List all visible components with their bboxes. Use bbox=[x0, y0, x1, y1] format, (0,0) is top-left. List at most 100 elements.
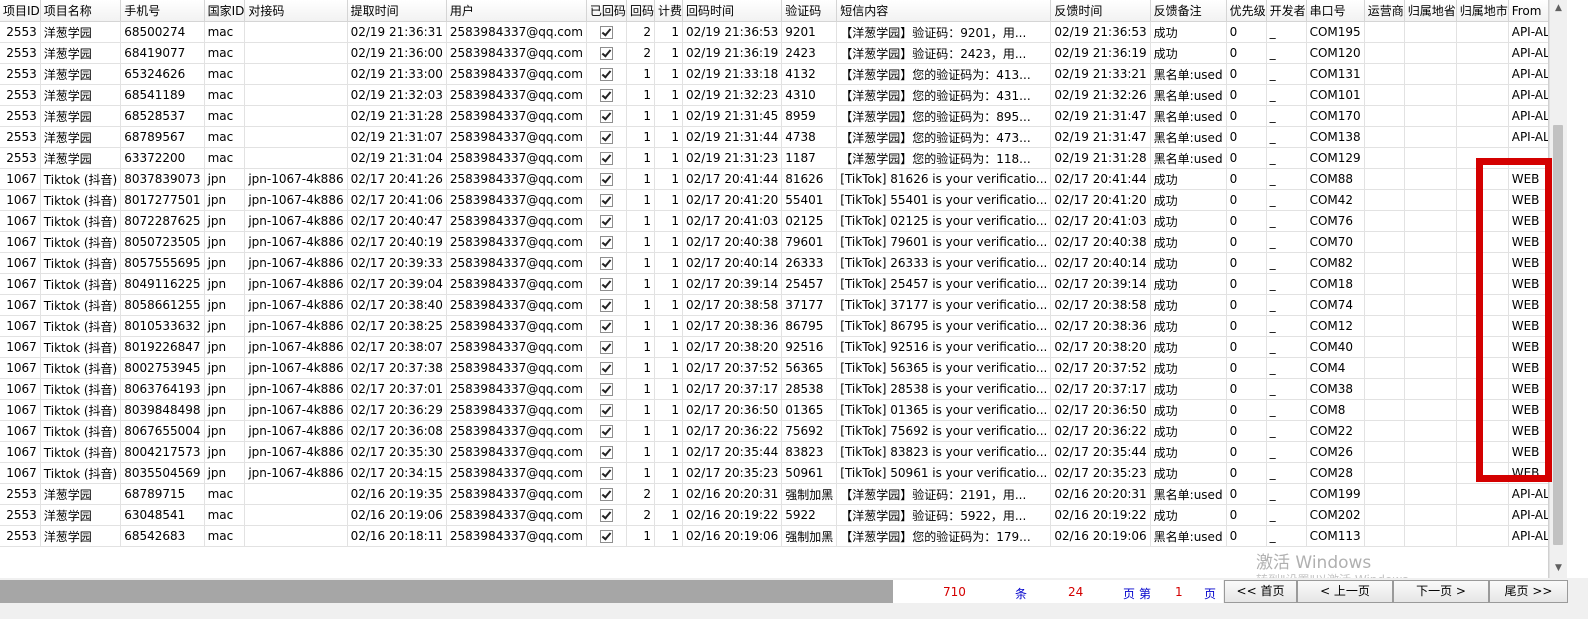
table-cell: _ bbox=[1266, 189, 1307, 211]
scroll-thumb[interactable] bbox=[1553, 125, 1563, 545]
table-row[interactable]: 1067 Tiktok (抖音) 8039848498 jpn jpn-1067-4k8… bbox=[0, 399, 1548, 421]
table-cell: 02/17 20:36:08 bbox=[347, 420, 447, 442]
table-cell bbox=[1456, 21, 1509, 43]
windows-activation-title: 激活 Windows bbox=[1256, 553, 1372, 573]
checkbox-checked-icon[interactable] bbox=[599, 509, 613, 522]
table-row[interactable]: 1067 Tiktok (抖音) 8049116225 jpn jpn-1067-4k8… bbox=[0, 273, 1548, 295]
checkbox-checked-icon[interactable] bbox=[599, 467, 613, 480]
checkbox-checked-icon[interactable] bbox=[599, 530, 613, 543]
next-page-button[interactable]: 下一页 > bbox=[1393, 580, 1489, 603]
scroll-up-icon[interactable]: ▲ bbox=[1550, 0, 1567, 17]
checkbox-checked-icon[interactable] bbox=[599, 446, 613, 459]
column-header[interactable]: 已回码 bbox=[586, 0, 627, 22]
checkbox-checked-icon[interactable] bbox=[599, 194, 613, 207]
table-row[interactable]: 2553 洋葱学园 68419077 mac 02/19 21:36:00 2583984… bbox=[0, 42, 1548, 64]
table-cell: 02/17 20:37:01 bbox=[347, 378, 447, 400]
last-page-button[interactable]: 尾页 >> bbox=[1489, 580, 1568, 603]
checkbox-checked-icon[interactable] bbox=[599, 341, 613, 354]
table-row[interactable]: 2553 洋葱学园 68541189 mac 02/19 21:32:03 2583984… bbox=[0, 84, 1548, 106]
table-cell: 1067 bbox=[0, 210, 41, 232]
checkbox-checked-icon[interactable] bbox=[599, 362, 613, 375]
table-row[interactable]: 1067 Tiktok (抖音) 8017277501 jpn jpn-1067-4k8… bbox=[0, 189, 1548, 211]
table-row[interactable]: 1067 Tiktok (抖音) 8058661255 jpn jpn-1067-4k8… bbox=[0, 294, 1548, 316]
table-row[interactable]: 2553 洋葱学园 68500274 mac 02/19 21:36:31 2583984… bbox=[0, 21, 1548, 43]
checkbox-checked-icon[interactable] bbox=[599, 173, 613, 186]
table-cell: 02/17 20:39:04 bbox=[347, 273, 447, 295]
column-header[interactable]: 验证码 bbox=[781, 0, 838, 22]
table-row[interactable]: 2553 洋葱学园 63372200 mac 02/19 21:31:04 2583984… bbox=[0, 147, 1548, 169]
table-row[interactable]: 1067 Tiktok (抖音) 8010533632 jpn jpn-1067-4k8… bbox=[0, 315, 1548, 337]
table-row[interactable]: 1067 Tiktok (抖音) 8067655004 jpn jpn-1067-4k8… bbox=[0, 420, 1548, 442]
table-cell: 02/17 20:37:52 bbox=[1050, 357, 1151, 379]
table-cell: 2583984337@qq.com bbox=[446, 441, 587, 463]
first-page-button[interactable]: << 首页 bbox=[1224, 580, 1297, 603]
table-row[interactable]: 2553 洋葱学园 63048541 mac 02/16 20:19:06 2583984… bbox=[0, 504, 1548, 526]
checkbox-checked-icon[interactable] bbox=[599, 425, 613, 438]
checkbox-checked-icon[interactable] bbox=[599, 299, 613, 312]
checkbox-checked-icon[interactable] bbox=[599, 47, 613, 60]
column-header[interactable]: 手机号 bbox=[120, 0, 205, 22]
column-header[interactable]: 项目名称 bbox=[40, 0, 122, 22]
checkbox-checked-icon[interactable] bbox=[599, 320, 613, 333]
column-header[interactable]: 开发者 bbox=[1266, 0, 1307, 22]
table-row[interactable]: 2553 洋葱学园 65324626 mac 02/19 21:33:00 2583984… bbox=[0, 63, 1548, 85]
table-cell: 1 bbox=[654, 252, 683, 274]
column-header[interactable]: 反馈备注 bbox=[1150, 0, 1227, 22]
table-row[interactable]: 2553 洋葱学园 68789567 mac 02/19 21:31:07 2583984… bbox=[0, 126, 1548, 148]
column-header[interactable]: 提取时间 bbox=[347, 0, 447, 22]
table-row[interactable]: 2553 洋葱学园 68789715 mac 02/16 20:19:35 2583984… bbox=[0, 483, 1548, 505]
column-header[interactable]: 项目ID bbox=[0, 0, 41, 22]
column-header[interactable]: 短信内容 bbox=[836, 0, 1052, 22]
table-row[interactable]: 1067 Tiktok (抖音) 8035504569 jpn jpn-1067-4k8… bbox=[0, 462, 1548, 484]
checkbox-checked-icon[interactable] bbox=[599, 383, 613, 396]
table-cell: 【洋葱学园】验证码：2423，用... bbox=[836, 42, 1052, 64]
table-row[interactable]: 1067 Tiktok (抖音) 8037839073 jpn jpn-1067-4k8… bbox=[0, 168, 1548, 190]
checkbox-checked-icon[interactable] bbox=[599, 26, 613, 39]
column-header[interactable]: 优先级 bbox=[1226, 0, 1267, 22]
table-row[interactable]: 1067 Tiktok (抖音) 8057555695 jpn jpn-1067-4k8… bbox=[0, 252, 1548, 274]
checkbox-checked-icon[interactable] bbox=[599, 152, 613, 165]
checkbox-checked-icon[interactable] bbox=[599, 488, 613, 501]
checkbox-checked-icon[interactable] bbox=[599, 257, 613, 270]
checkbox-checked-icon[interactable] bbox=[599, 89, 613, 102]
checkbox-checked-icon[interactable] bbox=[599, 278, 613, 291]
checkbox-checked-icon[interactable] bbox=[599, 215, 613, 228]
checkbox-checked-icon[interactable] bbox=[599, 68, 613, 81]
checkbox-checked-icon[interactable] bbox=[599, 110, 613, 123]
column-header[interactable]: 归属地省 bbox=[1404, 0, 1457, 22]
column-header[interactable]: 回码 bbox=[626, 0, 655, 22]
table-cell: 02/17 20:40:19 bbox=[347, 231, 447, 253]
table-row[interactable]: 2553 洋葱学园 68542683 mac 02/16 20:18:11 2583984… bbox=[0, 525, 1548, 547]
table-row[interactable]: 1067 Tiktok (抖音) 8050723505 jpn jpn-1067-4k8… bbox=[0, 231, 1548, 253]
checkbox-checked-icon[interactable] bbox=[599, 404, 613, 417]
table-cell: 02/17 20:36:22 bbox=[682, 420, 783, 442]
data-grid[interactable]: 项目ID 项目名称 手机号 国家ID 对接码 提取时间 用户 已回码 回码 计费 回码时间 验证码 短信… bbox=[0, 0, 1549, 578]
table-cell bbox=[1364, 357, 1405, 379]
column-header[interactable]: 归属地市 bbox=[1456, 0, 1509, 22]
column-header[interactable]: From bbox=[1508, 0, 1548, 22]
table-row[interactable]: 1067 Tiktok (抖音) 8072287625 jpn jpn-1067-4k8… bbox=[0, 210, 1548, 232]
table-cell: 02/19 21:36:00 bbox=[347, 42, 447, 64]
returned-checkbox-cell bbox=[586, 294, 627, 316]
horizontal-scrollbar[interactable] bbox=[0, 580, 893, 603]
returned-checkbox-cell bbox=[586, 378, 627, 400]
table-row[interactable]: 1067 Tiktok (抖音) 8004217573 jpn jpn-1067-4k8… bbox=[0, 441, 1548, 463]
prev-page-button[interactable]: < 上一页 bbox=[1297, 580, 1393, 603]
table-row[interactable]: 1067 Tiktok (抖音) 8019226847 jpn jpn-1067-4k8… bbox=[0, 336, 1548, 358]
column-header[interactable]: 计费 bbox=[654, 0, 683, 22]
table-row[interactable]: 1067 Tiktok (抖音) 8063764193 jpn jpn-1067-4k8… bbox=[0, 378, 1548, 400]
checkbox-checked-icon[interactable] bbox=[599, 236, 613, 249]
scroll-down-icon[interactable]: ▼ bbox=[1550, 560, 1567, 577]
column-header[interactable]: 国家ID bbox=[204, 0, 246, 22]
column-header[interactable]: 对接码 bbox=[244, 0, 348, 22]
checkbox-checked-icon[interactable] bbox=[599, 131, 613, 144]
table-row[interactable]: 2553 洋葱学园 68528537 mac 02/19 21:31:28 2583984… bbox=[0, 105, 1548, 127]
table-row[interactable]: 1067 Tiktok (抖音) 8002753945 jpn jpn-1067-4k8… bbox=[0, 357, 1548, 379]
returned-checkbox-cell bbox=[586, 168, 627, 190]
column-header[interactable]: 反馈时间 bbox=[1050, 0, 1151, 22]
column-header[interactable]: 回码时间 bbox=[682, 0, 783, 22]
column-header[interactable]: 串口号 bbox=[1306, 0, 1365, 22]
column-header[interactable]: 运营商 bbox=[1364, 0, 1405, 22]
table-cell bbox=[1364, 483, 1405, 505]
column-header[interactable]: 用户 bbox=[446, 0, 587, 22]
